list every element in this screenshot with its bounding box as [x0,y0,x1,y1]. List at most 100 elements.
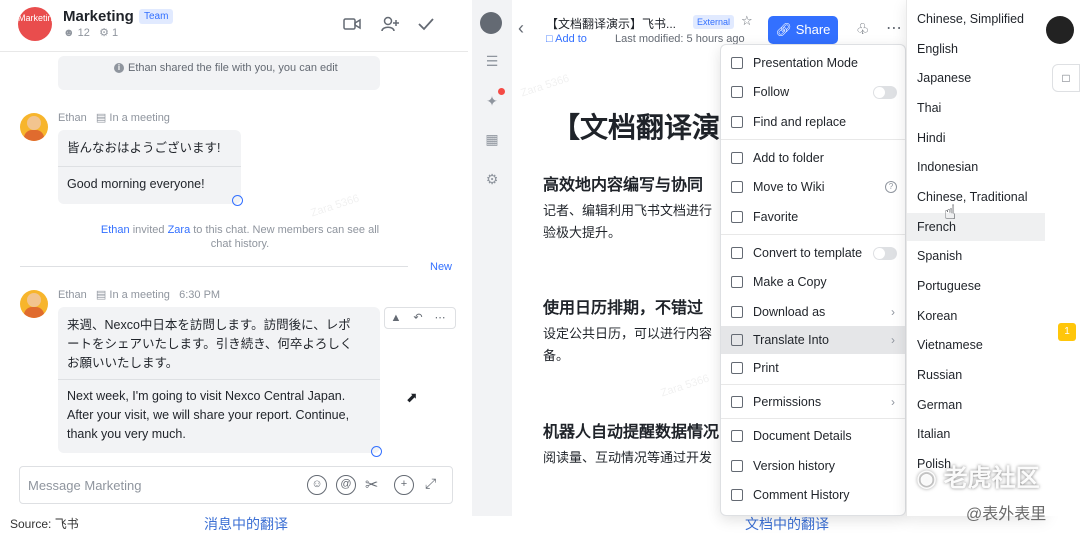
menu-item-label: Find and replace [753,115,847,129]
bell-icon[interactable]: ♧ [856,20,869,38]
calendar-icon[interactable]: ▦ [483,130,501,148]
find-replace-icon [731,116,743,128]
template-toggle[interactable] [873,247,897,260]
menu-item-convert-template[interactable]: Convert to template [721,239,905,267]
brand-watermark: ◉ 老虎社区 [916,458,1040,493]
language-option[interactable]: English [907,35,1045,63]
wiki-icon [731,181,743,193]
thumbs-up-icon[interactable]: ▲ [385,308,407,328]
app-logo-icon[interactable] [480,12,502,34]
message-bubble[interactable]: 来週、Nexco中日本を訪問します。訪問後に、レポ ートをシェアいたします。引き… [58,307,380,453]
invitee-name[interactable]: Zara [168,224,191,236]
menu-item-version-history[interactable]: Version history [721,452,905,480]
language-option[interactable]: Spanish [907,242,1045,270]
section-text: 阅读量、互动情况等通过开发 [543,450,713,465]
message-sender-line: Ethan ▤ In a meeting [58,111,170,124]
doc-title[interactable]: 【文档翻译演示】飞书... [546,15,676,32]
language-option[interactable]: Chinese, Traditional [907,183,1045,211]
language-option[interactable]: Thai [907,94,1045,122]
plus-icon[interactable]: + [394,475,414,495]
pin-icon[interactable]: ✦ [483,92,501,110]
menu-item-download-as[interactable]: Download as › [721,298,905,326]
menu-item-add-to-folder[interactable]: Add to folder [721,144,905,172]
add-member-icon[interactable] [380,14,400,34]
menu-item-translate-into[interactable]: Translate Into › [721,326,905,354]
avatar[interactable] [20,113,48,141]
invite-notice: Ethan invited Zara to this chat. New mem… [80,223,400,251]
menu-divider [721,139,905,140]
invite-text-line2: chat history. [210,238,270,250]
menu-item-label: Print [753,361,779,375]
group-avatar[interactable]: Marketing [18,7,52,41]
menu-item-move-to-wiki[interactable]: Move to Wiki? [721,173,905,201]
search-doc-icon[interactable]: ☰ [483,52,501,70]
chat-title[interactable]: Marketing [63,8,134,25]
invite-text: invited [132,224,165,236]
menu-item-permissions[interactable]: Permissions › [721,388,905,416]
star-icon[interactable]: ☆ [741,13,753,29]
mention-icon[interactable]: @ [336,475,356,495]
language-option[interactable]: Vietnamese [907,331,1045,359]
language-option[interactable]: German [907,391,1045,419]
language-option[interactable]: Chinese, Simplified [907,5,1045,33]
message-input-box[interactable]: ☺ @ ✂ + ⤢ [19,466,453,504]
chevron-right-icon: › [891,395,895,409]
menu-item-make-copy[interactable]: Make a Copy [721,268,905,296]
menu-item-find-replace[interactable]: Find and replace [721,108,905,136]
language-option[interactable]: Korean [907,302,1045,330]
language-option[interactable]: Portuguese [907,272,1045,300]
language-option-hovered[interactable]: French [907,213,1045,241]
menu-item-document-details[interactable]: Document Details [721,422,905,450]
follow-toggle[interactable] [873,86,897,99]
section-text: 验极大提升。 [543,225,622,240]
language-option[interactable]: Japanese [907,64,1045,92]
print-icon [731,362,743,374]
add-to-link[interactable]: □ Add to [546,33,587,45]
emoji-icon[interactable]: ☺ [307,475,327,495]
share-button[interactable]: 🔗︎ Share [768,16,838,44]
sender-name[interactable]: Ethan [58,289,87,301]
more-icon[interactable]: ⋯ [429,308,451,328]
menu-item-label: Favorite [753,210,799,224]
expand-icon[interactable]: ⤢ [425,475,436,492]
chat-header: Marketing Marketing Team ☻ 12 ⚙ 1 [0,0,468,52]
message-input[interactable] [28,475,298,495]
left-caption: 消息中的翻译 [204,516,288,532]
language-option[interactable]: Russian [907,361,1045,389]
brand-main-text: 老虎社区 [943,465,1040,492]
comment-panel-icon[interactable]: □ [1052,64,1080,92]
user-avatar[interactable] [1046,16,1074,44]
favorite-star-icon [731,211,743,223]
settings-gear-icon[interactable]: ⚙ [483,170,501,188]
menu-divider [721,384,905,385]
section-heading: 机器人自动提醒数据情况 [543,424,720,441]
menu-item-label: Presentation Mode [753,56,858,70]
language-option[interactable]: Italian [907,420,1045,448]
more-menu-icon[interactable]: ⋯ [886,18,902,38]
comment-count-badge[interactable]: 1 [1058,323,1076,341]
bot-count: 1 [112,27,119,39]
menu-item-print[interactable]: Print [721,354,905,382]
back-chevron-icon[interactable]: ‹ [518,18,524,39]
menu-item-presentation-mode[interactable]: Presentation Mode [721,49,905,77]
avatar[interactable] [20,290,48,318]
scissors-icon[interactable]: ✂ [365,475,378,495]
chat-panel: Marketing Marketing Team ☻ 12 ⚙ 1 i Etha [0,0,468,510]
message-time: 6:30 PM [179,289,221,301]
message-line: 皆んなおはようございます! [67,141,221,155]
history-clock-icon [731,460,743,472]
menu-item-follow[interactable]: Follow [721,78,905,106]
language-option[interactable]: Indonesian [907,153,1045,181]
message-line: 来週、Nexco中日本を訪問します。訪問後に、レポ [67,318,351,332]
reply-icon[interactable]: ↶ [407,308,429,328]
message-bubble[interactable]: 皆んなおはようございます! Good morning everyone! [58,130,241,204]
menu-item-favorite[interactable]: Favorite [721,203,905,231]
sender-name[interactable]: Ethan [58,112,87,124]
menu-item-comment-history[interactable]: Comment History [721,481,905,509]
help-icon[interactable]: ? [885,181,897,193]
inviter-name[interactable]: Ethan [101,224,130,236]
video-call-icon[interactable] [342,14,362,34]
message-line: ートをシェアいたします。引き続き、何卒よろしく [67,337,353,351]
done-check-icon[interactable] [416,14,436,34]
language-option[interactable]: Hindi [907,124,1045,152]
